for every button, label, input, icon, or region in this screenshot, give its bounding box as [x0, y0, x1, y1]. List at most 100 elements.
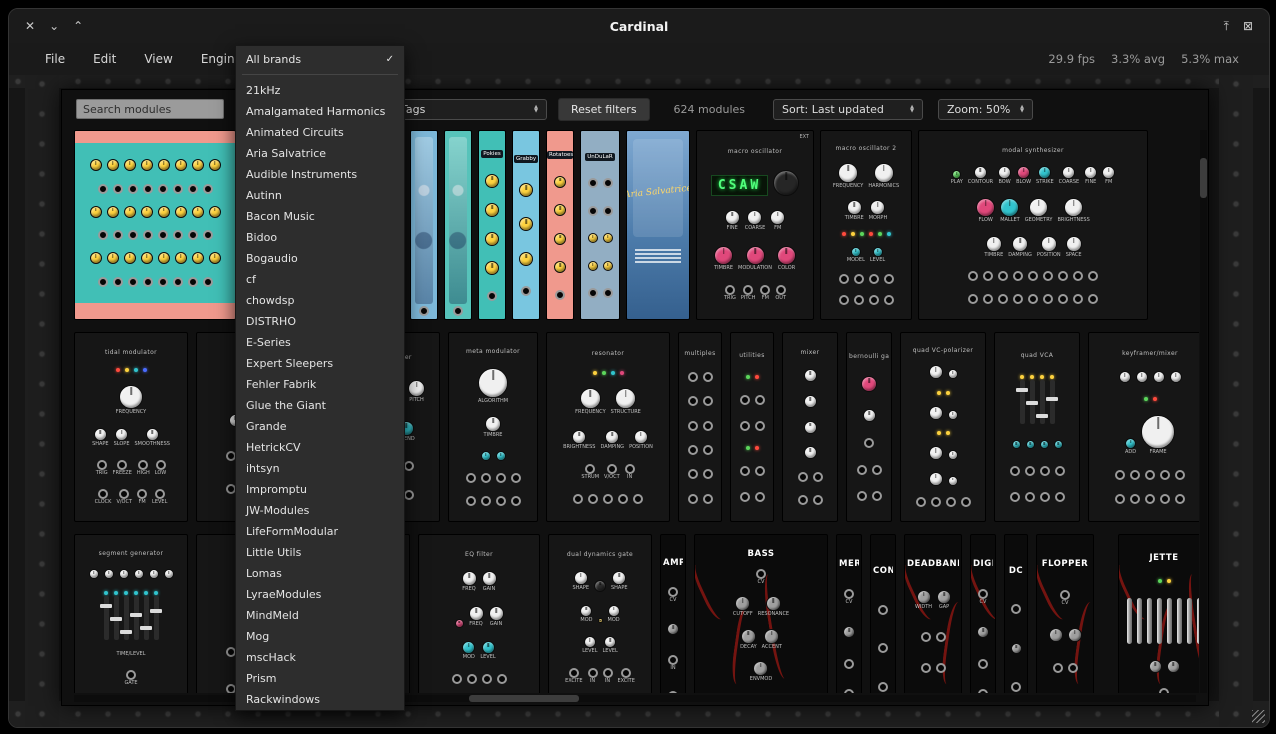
- led-indicator: [144, 591, 148, 595]
- jack: [1040, 466, 1050, 476]
- brand-menu-item-label: Aria Salvatrice: [246, 147, 326, 160]
- reset-filters-button[interactable]: Reset filters: [558, 98, 650, 121]
- module-panel[interactable]: modal synthesizerPLAYCONTOURBOWBLOWSTRIK…: [918, 130, 1148, 320]
- module-panel[interactable]: EQ filterFREQGAINFREQGAINMODLEVEL: [418, 534, 540, 693]
- module-title: resonator: [592, 350, 624, 357]
- module-panel[interactable]: quad VC-polarizer: [900, 332, 986, 522]
- brand-menu-item[interactable]: Rackwindows: [236, 689, 404, 710]
- module-panel[interactable]: tidal modulatorFREQUENCYSHAPESLOPESMOOTH…: [74, 332, 188, 522]
- module-panel[interactable]: [74, 130, 236, 320]
- module-panel[interactable]: segment generatorTIME/LEVELGATE: [74, 534, 188, 693]
- module-panel[interactable]: BASSCVCUTOFFRESONANCEDECAYACCENTENVMODGA…: [694, 534, 828, 693]
- jack: [496, 496, 506, 506]
- brand-menu-item[interactable]: DISTRHO: [236, 311, 404, 332]
- brand-menu-item[interactable]: Amalgamated Harmonics: [236, 101, 404, 122]
- brand-menu-item-label: Mog: [246, 630, 269, 643]
- brand-menu-item[interactable]: chowdsp: [236, 290, 404, 311]
- brand-menu-item[interactable]: Bidoo: [236, 227, 404, 248]
- brand-menu-item[interactable]: 21kHz: [236, 80, 404, 101]
- brand-menu-item[interactable]: Little Utils: [236, 542, 404, 563]
- module-panel[interactable]: DC: [1004, 534, 1028, 693]
- vertical-scrollbar-thumb[interactable]: [1200, 158, 1207, 198]
- module-panel[interactable]: Aria Salvatrice: [626, 130, 690, 320]
- knob-label: COLOR: [778, 266, 795, 272]
- brand-menu-item[interactable]: Audible Instruments: [236, 164, 404, 185]
- brand-menu-item[interactable]: ihtsyn: [236, 458, 404, 479]
- tube: [1127, 598, 1132, 644]
- menu-edit[interactable]: Edit: [87, 50, 122, 68]
- sort-select[interactable]: Sort: Last updated ▲ ▼: [773, 99, 923, 120]
- knob: [209, 206, 221, 218]
- module-panel[interactable]: DEADBANDWIDTHGAP0-10V: [904, 534, 962, 693]
- brand-menu-item[interactable]: mscHack: [236, 647, 404, 668]
- chevron-up-icon[interactable]: ⌃: [73, 20, 83, 32]
- jack: [688, 445, 698, 455]
- module-panel[interactable]: resonatorFREQUENCYSTRUCTUREBRIGHTNESSDAM…: [546, 332, 670, 522]
- knob: [554, 176, 566, 188]
- close-window-icon[interactable]: ✕: [25, 20, 35, 32]
- brand-menu-item[interactable]: MindMeld: [236, 605, 404, 626]
- brand-menu-item[interactable]: E-Series: [236, 332, 404, 353]
- brand-menu-item[interactable]: Glue the Giant: [236, 395, 404, 416]
- module-panel[interactable]: UnDuLaR: [580, 130, 620, 320]
- keep-above-icon[interactable]: ⤒: [1224, 20, 1229, 32]
- search-input[interactable]: [76, 99, 224, 119]
- module-panel[interactable]: JETTEINPUT: [1118, 534, 1199, 693]
- module-panel[interactable]: Pokies: [478, 130, 506, 320]
- module-panel[interactable]: Grabby: [512, 130, 540, 320]
- slider-handle: [150, 609, 162, 613]
- module-panel[interactable]: multiples: [678, 332, 722, 522]
- jack: [813, 472, 823, 482]
- module-panel[interactable]: quad VCA: [994, 332, 1080, 522]
- jack: [633, 494, 643, 504]
- module-panel[interactable]: macro oscillatorEXTCSAWFINECOARSEFMTIMBR…: [696, 130, 814, 320]
- module-title: macro oscillator: [728, 148, 782, 155]
- module-panel[interactable]: Rotatoes: [546, 130, 574, 320]
- knob: [976, 198, 995, 217]
- brand-menu-item[interactable]: cf: [236, 269, 404, 290]
- brand-menu-item[interactable]: Lomas: [236, 563, 404, 584]
- module-panel[interactable]: meta modulatorALGORITHMTIMBRE: [448, 332, 538, 522]
- module-panel[interactable]: macro oscillator 2FREQUENCYHARMONICSTIMB…: [820, 130, 912, 320]
- knob: [1102, 166, 1115, 179]
- module-panel[interactable]: AMPCVIN: [660, 534, 686, 693]
- module-panel[interactable]: [410, 130, 438, 320]
- brand-menu-item[interactable]: Fehler Fabrik: [236, 374, 404, 395]
- brand-menu-item[interactable]: Mog: [236, 626, 404, 647]
- brand-menu-item[interactable]: Bogaudio: [236, 248, 404, 269]
- brand-menu-item[interactable]: HetrickCV: [236, 437, 404, 458]
- horizontal-scrollbar-thumb[interactable]: [469, 695, 579, 702]
- brand-menu-item[interactable]: Animated Circuits: [236, 122, 404, 143]
- brand-menu-item[interactable]: Bacon Music: [236, 206, 404, 227]
- module-panel[interactable]: dual dynamics gateSHAPESHAPEMODMODLEVELL…: [548, 534, 652, 693]
- module-panel[interactable]: FLOPPERCV0-10V: [1036, 534, 1094, 693]
- brand-menu-item[interactable]: Grande: [236, 416, 404, 437]
- menu-view[interactable]: View: [138, 50, 178, 68]
- module-panel[interactable]: mixer: [782, 332, 838, 522]
- module-panel[interactable]: utilities: [730, 332, 774, 522]
- brand-menu-item[interactable]: Expert Sleepers: [236, 353, 404, 374]
- chevron-down-icon[interactable]: ⌄: [49, 20, 59, 32]
- module-panel[interactable]: [444, 130, 472, 320]
- brand-menu-item[interactable]: Impromptu: [236, 479, 404, 500]
- module-panel[interactable]: bernoulli gate: [846, 332, 892, 522]
- resize-grip[interactable]: [1252, 710, 1265, 723]
- knob: [753, 661, 768, 676]
- brand-menu-item[interactable]: LifeFormModular: [236, 521, 404, 542]
- brand-menu-item[interactable]: Aria Salvatrice: [236, 143, 404, 164]
- brand-menu-item[interactable]: All brands✓: [236, 49, 404, 70]
- slider: [1040, 380, 1045, 424]
- module-panel[interactable]: keyframer/mixerADDFRAME: [1088, 332, 1199, 522]
- brand-menu-item[interactable]: Autinn: [236, 185, 404, 206]
- module-panel[interactable]: MERACV: [836, 534, 862, 693]
- jack-label: CV: [980, 600, 987, 606]
- module-panel[interactable]: CONV: [870, 534, 896, 693]
- brand-menu-item[interactable]: LyraeModules: [236, 584, 404, 605]
- close-box-icon[interactable]: ⊠: [1243, 20, 1253, 32]
- module-panel[interactable]: DIGICV: [970, 534, 996, 693]
- zoom-select[interactable]: Zoom: 50% ▲ ▼: [938, 99, 1033, 120]
- menu-file[interactable]: File: [39, 50, 71, 68]
- brand-menu-item[interactable]: Prism: [236, 668, 404, 689]
- brand-menu-item[interactable]: JW-Modules: [236, 500, 404, 521]
- tags-filter-select[interactable]: Tags ▲ ▼: [392, 99, 547, 120]
